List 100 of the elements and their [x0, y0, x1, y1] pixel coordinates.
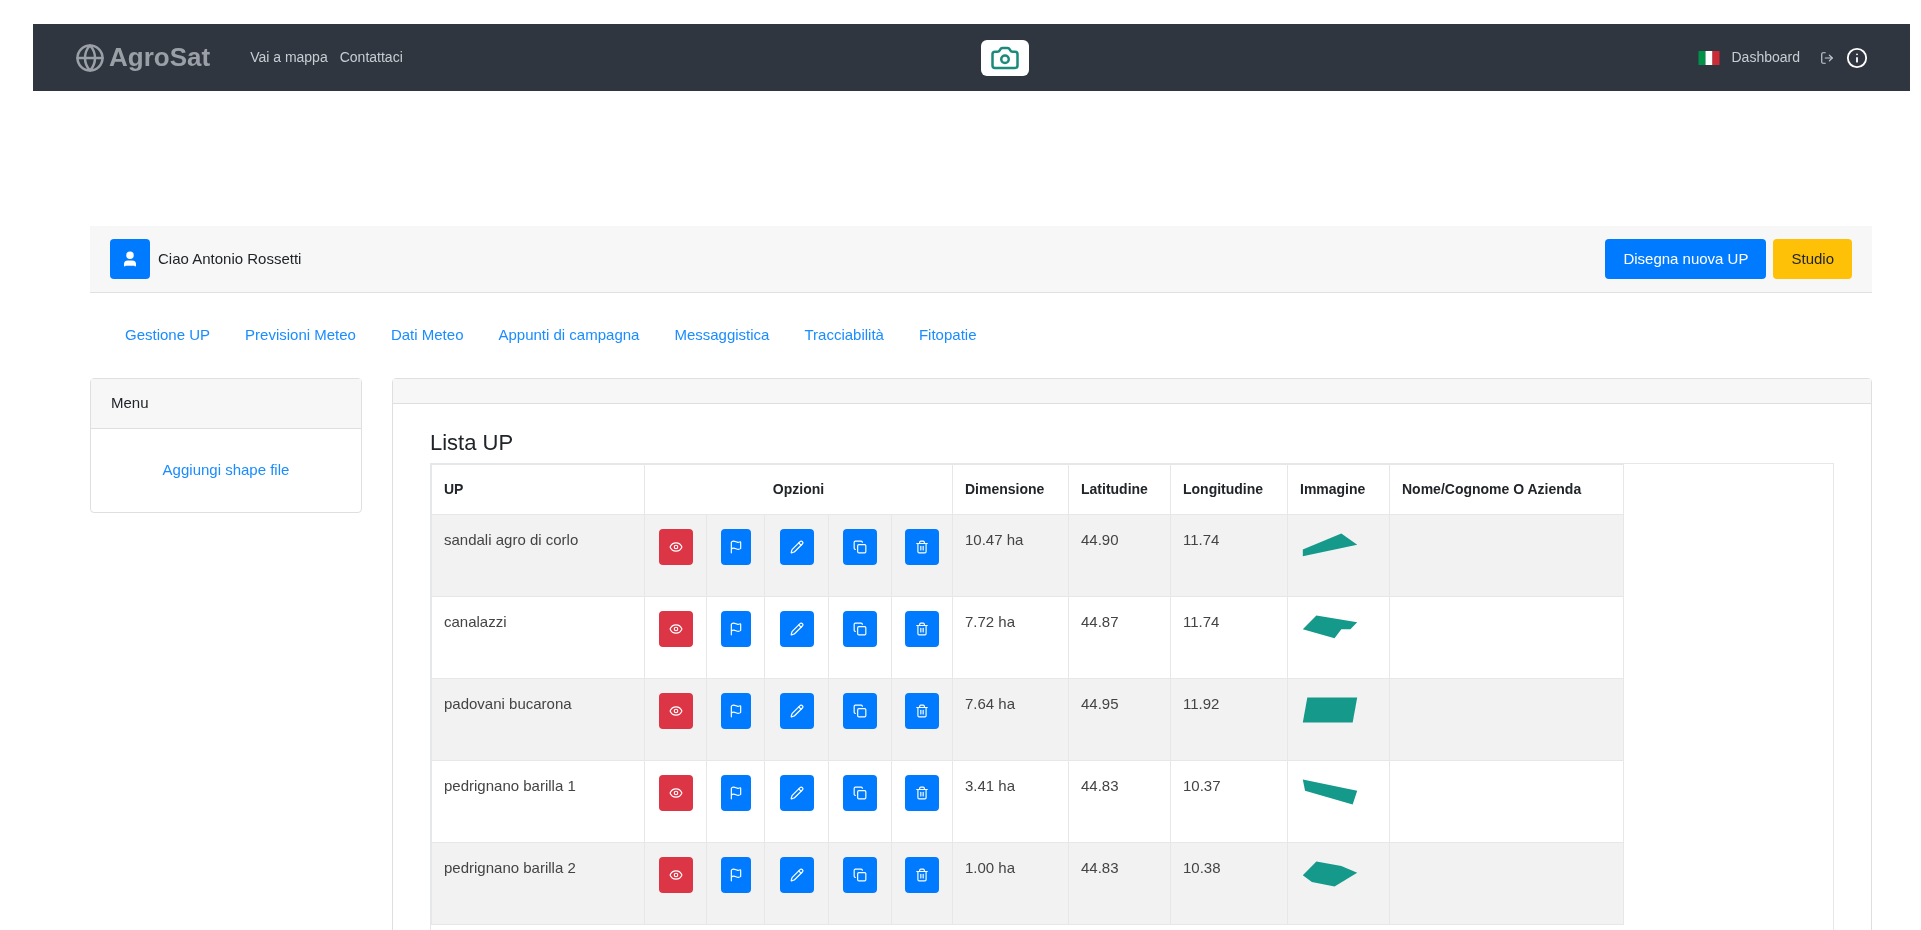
copy-button[interactable] — [843, 857, 877, 893]
table-cell: 10.38 — [1170, 842, 1288, 925]
eye-icon — [668, 786, 683, 800]
table-cell: 44.87 — [1068, 596, 1171, 679]
edit-button[interactable] — [779, 611, 814, 647]
column-header: UP — [431, 464, 645, 515]
table-cell: canalazzi — [431, 596, 645, 679]
list-title: Lista UP — [430, 429, 515, 457]
copy-button[interactable] — [843, 529, 877, 565]
eye-button[interactable] — [658, 775, 693, 811]
flag-button[interactable] — [720, 693, 751, 729]
tab[interactable]: Fitopatie — [918, 324, 977, 347]
copy-icon — [853, 622, 867, 636]
tab[interactable]: Gestione UP — [125, 324, 211, 347]
copy-button[interactable] — [843, 775, 877, 811]
edit-button[interactable] — [779, 775, 814, 811]
action-button[interactable]: Disegna nuova UP — [1605, 239, 1767, 279]
eye-button[interactable] — [658, 693, 693, 729]
tab[interactable]: Appunti di campagna — [498, 324, 640, 347]
eye-button[interactable] — [658, 857, 693, 893]
nav-link[interactable]: Contattaci — [339, 47, 403, 68]
table-cell: pedrignano barilla 2 — [431, 842, 645, 925]
trash-icon — [915, 868, 929, 882]
tab[interactable]: Messaggistica — [674, 324, 770, 347]
edit-button[interactable] — [779, 693, 814, 729]
pencil-icon — [789, 868, 804, 882]
copy-icon — [853, 704, 867, 718]
delete-button[interactable] — [905, 693, 939, 729]
copy-icon — [853, 868, 867, 882]
camera-icon[interactable] — [981, 39, 1030, 76]
menu-header: Menu — [91, 379, 361, 429]
copy-icon — [853, 540, 867, 554]
eye-button[interactable] — [658, 529, 693, 565]
table-cell: 11.92 — [1170, 678, 1288, 761]
delete-button[interactable] — [905, 529, 939, 565]
table-cell: 3.41 ha — [952, 760, 1069, 843]
flag-button[interactable] — [720, 529, 751, 565]
copy-icon — [853, 786, 867, 800]
dashboard-link[interactable]: Dashboard — [1731, 47, 1800, 68]
flag-icon — [728, 868, 743, 882]
user-icon — [110, 239, 150, 279]
flag-icon — [728, 704, 743, 718]
globe-icon — [75, 42, 105, 73]
column-header: Longitudine — [1170, 464, 1288, 515]
trash-icon — [915, 786, 929, 800]
table-cell: 7.64 ha — [952, 678, 1069, 761]
eye-icon — [668, 540, 683, 554]
flag-icon — [728, 622, 743, 636]
eye-icon — [668, 622, 683, 636]
tab[interactable]: Tracciabilità — [804, 324, 884, 347]
table-cell: sandali agro di corlo — [431, 514, 645, 597]
table-cell: 10.47 ha — [952, 514, 1069, 597]
trash-icon — [915, 704, 929, 718]
info-icon[interactable] — [1846, 46, 1868, 69]
logo[interactable]: AgroSat — [109, 38, 211, 77]
eye-icon — [668, 704, 683, 718]
delete-button[interactable] — [905, 857, 939, 893]
table-cell: 44.83 — [1068, 842, 1171, 925]
column-header: Immagine — [1287, 464, 1390, 515]
table-cell: pedrignano barilla 1 — [431, 760, 645, 843]
table-cell: 1.00 ha — [952, 842, 1069, 925]
eye-icon — [668, 868, 683, 882]
delete-button[interactable] — [905, 775, 939, 811]
flag-button[interactable] — [720, 775, 751, 811]
italian-flag-icon[interactable] — [1697, 50, 1720, 65]
tab[interactable]: Dati Meteo — [390, 324, 464, 347]
edit-button[interactable] — [779, 857, 814, 893]
table-cell: 11.74 — [1170, 514, 1288, 597]
column-header: Latitudine — [1068, 464, 1171, 515]
table-cell: 44.83 — [1068, 760, 1171, 843]
table-cell: padovani bucarona — [431, 678, 645, 761]
copy-button[interactable] — [843, 693, 877, 729]
table-cell: 44.95 — [1068, 678, 1171, 761]
pencil-icon — [789, 540, 804, 554]
delete-button[interactable] — [905, 611, 939, 647]
column-header: Dimensione — [952, 464, 1069, 515]
flag-icon — [728, 786, 743, 800]
trash-icon — [915, 622, 929, 636]
table-cell: 44.90 — [1068, 514, 1171, 597]
logout-icon[interactable] — [1820, 50, 1834, 65]
pencil-icon — [789, 704, 804, 718]
column-header: Opzioni — [644, 464, 953, 515]
table-cell: 11.74 — [1170, 596, 1288, 679]
action-button[interactable]: Studio — [1773, 239, 1852, 279]
copy-button[interactable] — [843, 611, 877, 647]
pencil-icon — [789, 622, 804, 636]
table-cell: 10.37 — [1170, 760, 1288, 843]
eye-button[interactable] — [658, 611, 693, 647]
nav-link[interactable]: Vai a mappa — [250, 47, 328, 68]
flag-icon — [728, 540, 743, 554]
table-cell: 7.72 ha — [952, 596, 1069, 679]
column-header: Nome/Cognome O Azienda — [1389, 464, 1624, 515]
menu-link[interactable]: Aggiungi shape file — [162, 459, 290, 482]
pencil-icon — [789, 786, 804, 800]
flag-button[interactable] — [720, 611, 751, 647]
flag-button[interactable] — [720, 857, 751, 893]
greeting: Ciao Antonio Rossetti — [158, 248, 302, 269]
tab[interactable]: Previsioni Meteo — [245, 324, 356, 347]
edit-button[interactable] — [779, 529, 814, 565]
trash-icon — [915, 540, 929, 554]
